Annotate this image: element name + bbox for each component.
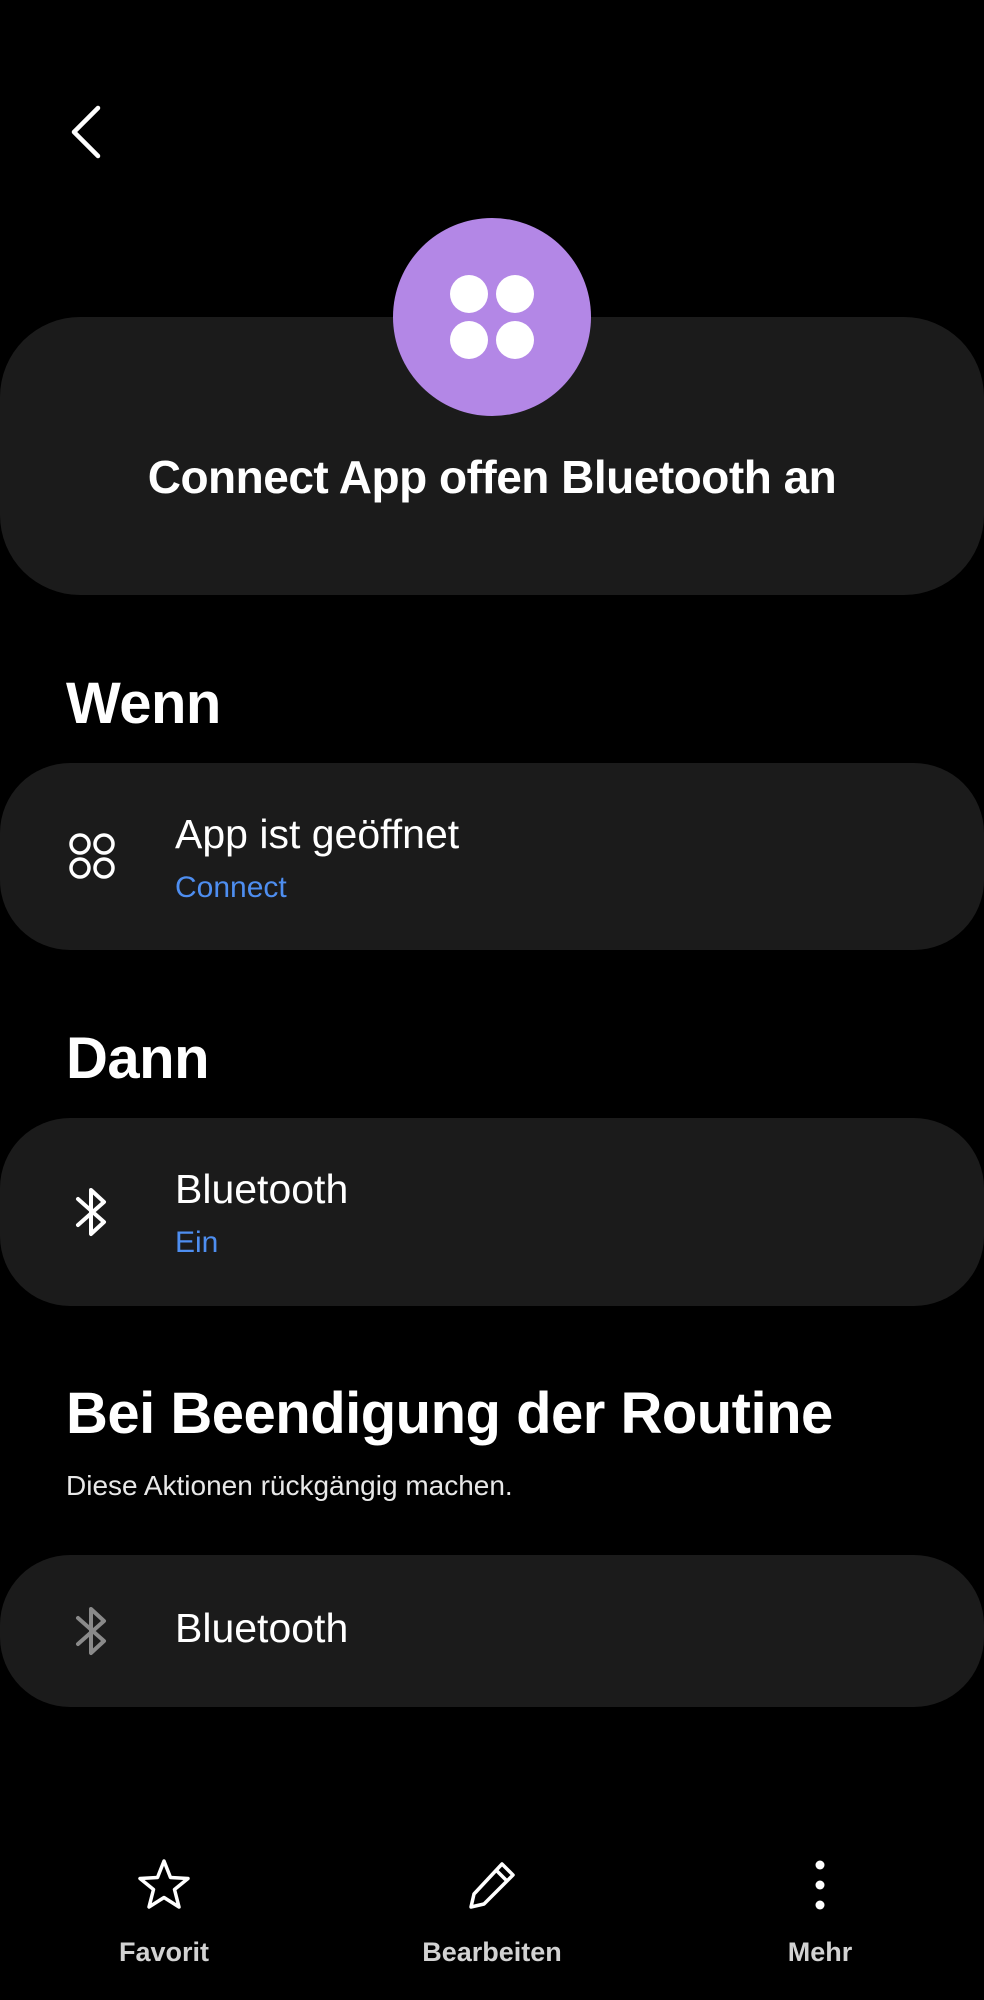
card-icon: [62, 1182, 122, 1242]
more-label: Mehr: [787, 1937, 853, 1967]
reverse-action-card[interactable]: Bluetooth: [0, 1555, 984, 1707]
pencil-icon: [469, 1862, 515, 1909]
action-subtitle: Ein: [175, 1226, 219, 1259]
chevron-left-icon: [71, 105, 101, 159]
condition-subtitle: Connect: [175, 871, 287, 904]
edit-label: Bearbeiten: [422, 1937, 562, 1967]
bottom-action-bar: Favorit Bearbeiten Mehr: [0, 1855, 984, 1975]
apps-grid-icon: [69, 833, 115, 879]
more-button[interactable]: Mehr: [710, 1855, 930, 1975]
section-title-when: Wenn: [66, 671, 221, 736]
star-icon: [138, 1859, 190, 1909]
favorite-label: Favorit: [118, 1937, 210, 1967]
edit-button[interactable]: Bearbeiten: [382, 1855, 602, 1975]
bluetooth-icon: [76, 1607, 106, 1655]
section-title-then: Dann: [66, 1026, 210, 1091]
reverse-action-title: Bluetooth: [175, 1605, 349, 1651]
action-card[interactable]: Bluetooth Ein: [0, 1118, 984, 1306]
favorite-button[interactable]: Favorit: [54, 1855, 274, 1975]
bluetooth-icon: [76, 1188, 106, 1236]
condition-title: App ist geöffnet: [175, 811, 460, 857]
back-button[interactable]: [56, 96, 116, 168]
routine-title: Connect App offen Bluetooth an: [147, 451, 837, 503]
card-icon: [62, 826, 122, 886]
card-icon: [62, 1601, 122, 1661]
condition-card[interactable]: App ist geöffnet Connect: [0, 763, 984, 950]
action-title: Bluetooth: [175, 1166, 349, 1212]
apps-grid-icon: [450, 275, 534, 359]
section-title-on-end: Bei Beendigung der Routine: [66, 1381, 833, 1446]
routine-icon: [393, 218, 591, 416]
section-subtitle-on-end: Diese Aktionen rückgängig machen.: [66, 1470, 513, 1501]
more-vertical-icon: [815, 1860, 825, 1910]
